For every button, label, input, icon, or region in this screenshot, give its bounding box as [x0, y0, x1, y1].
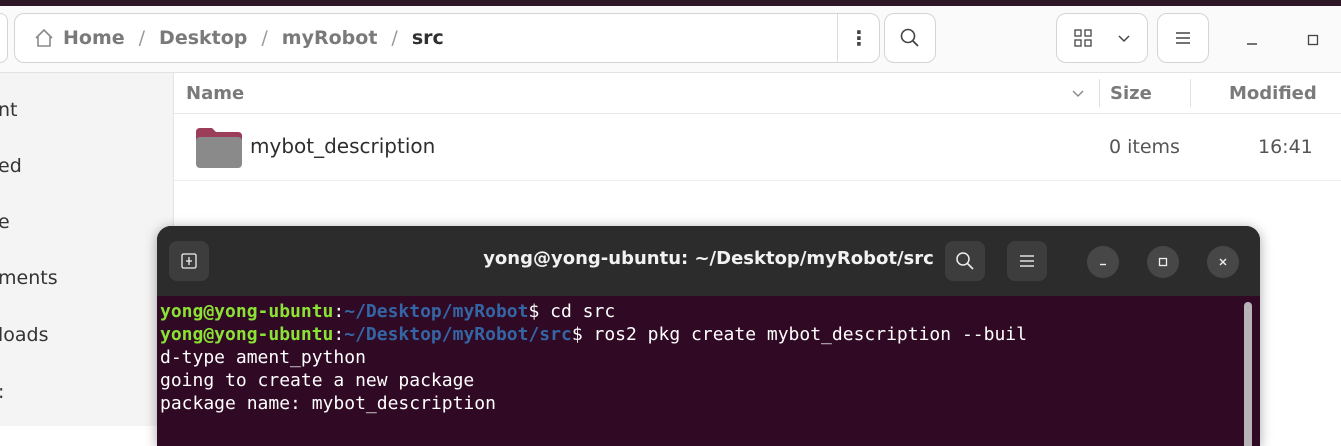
- path-bar[interactable]: Home / Desktop / myRobot / src ⋮: [14, 13, 880, 63]
- file-manager-header: Home / Desktop / myRobot / src ⋮: [0, 6, 1341, 73]
- sidebar-item-music[interactable]: :: [0, 381, 4, 403]
- terminal-close-button[interactable]: [1207, 246, 1239, 278]
- breadcrumb: Home / Desktop / myRobot / src: [33, 14, 444, 62]
- prompt-user: yong@yong-ubuntu: [160, 301, 334, 322]
- terminal-search-button[interactable]: [945, 241, 985, 281]
- breadcrumb-separator: /: [391, 27, 398, 49]
- prompt-command: $ ros2 pkg create mybot_description --bu…: [571, 324, 1027, 345]
- minimize-icon: [1247, 43, 1257, 45]
- breadcrumb-myrobot[interactable]: myRobot: [282, 27, 378, 49]
- column-header-size[interactable]: Size: [1110, 83, 1152, 104]
- close-icon: [1219, 258, 1227, 266]
- list-header: Name Size Modified: [174, 73, 1341, 114]
- sidebar: nt ed e ments loads :: [0, 73, 174, 426]
- prompt-path: ~/Desktop/myRobot: [344, 301, 529, 322]
- terminal-menu-button[interactable]: [1007, 241, 1047, 281]
- column-header-name[interactable]: Name: [186, 83, 244, 104]
- prompt-command: $ cd src: [528, 301, 616, 322]
- file-size: 0 items: [1109, 136, 1180, 158]
- breadcrumb-src[interactable]: src: [412, 27, 444, 49]
- terminal-minimize-button[interactable]: [1087, 246, 1119, 278]
- maximize-icon: [1158, 257, 1168, 267]
- breadcrumb-separator: /: [138, 27, 146, 49]
- sidebar-item-starred[interactable]: ed: [0, 155, 22, 177]
- terminal-maximize-button[interactable]: [1147, 246, 1179, 278]
- terminal-output[interactable]: yong@yong-ubuntu:~/Desktop/myRobot$ cd s…: [160, 300, 1240, 415]
- minimize-icon: [1100, 263, 1106, 266]
- breadcrumb-separator: /: [261, 27, 268, 49]
- view-toggle[interactable]: [1056, 13, 1148, 63]
- sidebar-item-recent[interactable]: nt: [0, 99, 18, 121]
- prompt-path: ~/Desktop/myRobot/src: [344, 324, 572, 345]
- sort-chevron-icon[interactable]: [1066, 81, 1090, 105]
- chevron-down-icon[interactable]: [1117, 31, 1131, 45]
- search-icon: [900, 28, 919, 47]
- terminal-line: yong@yong-ubuntu:~/Desktop/myRobot/src$ …: [160, 323, 1240, 346]
- sidebar-item-downloads[interactable]: loads: [0, 324, 49, 346]
- main-menu-button[interactable]: [1157, 13, 1209, 63]
- breadcrumb-desktop[interactable]: Desktop: [159, 27, 247, 49]
- prompt-colon: :: [333, 324, 345, 345]
- terminal-header: yong@yong-ubuntu: ~/Desktop/myRobot/src: [157, 226, 1260, 296]
- sidebar-item-documents[interactable]: ments: [0, 267, 58, 289]
- search-button[interactable]: [884, 13, 936, 63]
- sidebar-item-home[interactable]: e: [0, 211, 10, 233]
- search-icon: [956, 252, 974, 270]
- terminal-scrollbar[interactable]: [1244, 302, 1252, 446]
- terminal-window[interactable]: yong@yong-ubuntu: ~/Desktop/myRobot/src: [157, 226, 1260, 446]
- maximize-icon: [1307, 34, 1319, 46]
- column-divider: [1190, 79, 1191, 107]
- menu-dots-icon[interactable]: ⋮: [837, 14, 880, 62]
- terminal-output-line: package name: mybot_description: [160, 393, 496, 414]
- prompt-user: yong@yong-ubuntu: [160, 324, 334, 345]
- maximize-button[interactable]: [1295, 22, 1331, 58]
- grid-view-icon[interactable]: [1073, 28, 1093, 48]
- column-divider: [1099, 79, 1100, 107]
- breadcrumb-home[interactable]: Home: [63, 27, 125, 49]
- minimize-button[interactable]: [1234, 22, 1270, 58]
- home-icon: [35, 28, 53, 47]
- terminal-output-line: going to create a new package: [160, 370, 475, 391]
- folder-icon: [196, 128, 242, 168]
- terminal-line: yong@yong-ubuntu:~/Desktop/myRobot$ cd s…: [160, 300, 1240, 323]
- hamburger-menu-icon: [1020, 255, 1034, 267]
- terminal-output-line: d-type ament_python: [160, 347, 366, 368]
- hamburger-menu-icon: [1176, 32, 1190, 44]
- list-item[interactable]: mybot_description 0 items 16:41: [174, 114, 1341, 181]
- column-header-modified[interactable]: Modified: [1229, 83, 1317, 104]
- file-name: mybot_description: [250, 134, 436, 158]
- back-button-edge[interactable]: [0, 13, 8, 63]
- prompt-colon: :: [333, 301, 345, 322]
- file-modified: 16:41: [1258, 136, 1313, 158]
